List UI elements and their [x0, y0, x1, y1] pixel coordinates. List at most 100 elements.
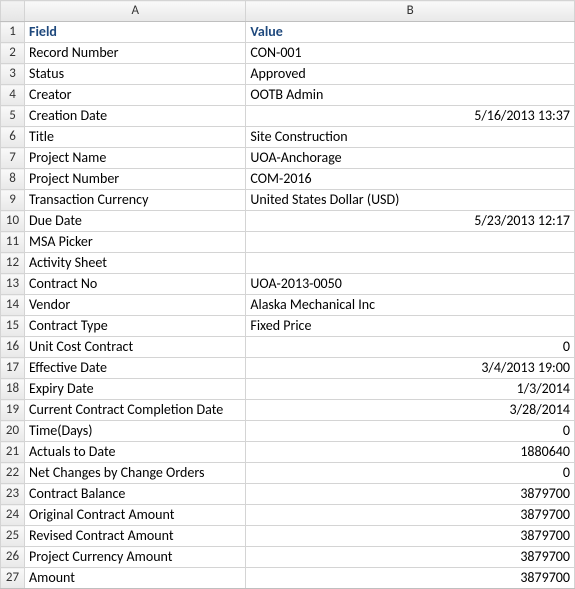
- field-cell[interactable]: Transaction Currency: [25, 190, 246, 211]
- field-cell[interactable]: Status: [25, 64, 246, 85]
- field-cell[interactable]: Contract Type: [25, 316, 246, 337]
- value-cell[interactable]: 3/4/2013 19:00: [246, 358, 575, 379]
- row-header[interactable]: 14: [1, 295, 25, 316]
- spreadsheet-grid[interactable]: A B 1FieldValue2Record NumberCON-0013Sta…: [0, 0, 575, 589]
- field-cell[interactable]: Title: [25, 127, 246, 148]
- row-header[interactable]: 11: [1, 232, 25, 253]
- row-header[interactable]: 8: [1, 169, 25, 190]
- row-header[interactable]: 18: [1, 379, 25, 400]
- field-cell[interactable]: Contract No: [25, 274, 246, 295]
- field-cell[interactable]: Original Contract Amount: [25, 505, 246, 526]
- value-cell[interactable]: UOA-2013-0050: [246, 274, 575, 295]
- column-header-row: A B: [1, 1, 575, 22]
- field-cell[interactable]: Record Number: [25, 43, 246, 64]
- field-cell[interactable]: Revised Contract Amount: [25, 526, 246, 547]
- row-header[interactable]: 25: [1, 526, 25, 547]
- value-cell[interactable]: UOA-Anchorage: [246, 148, 575, 169]
- data-row: 10Due Date5/23/2013 12:17: [1, 211, 575, 232]
- row-header[interactable]: 17: [1, 358, 25, 379]
- value-cell[interactable]: 3879700: [246, 526, 575, 547]
- value-cell[interactable]: Approved: [246, 64, 575, 85]
- row-header[interactable]: 12: [1, 253, 25, 274]
- value-cell[interactable]: 5/23/2013 12:17: [246, 211, 575, 232]
- value-cell[interactable]: [246, 253, 575, 274]
- value-cell[interactable]: 3879700: [246, 547, 575, 568]
- row-header[interactable]: 1: [1, 22, 25, 43]
- value-cell[interactable]: OOTB Admin: [246, 85, 575, 106]
- value-cell[interactable]: 3879700: [246, 505, 575, 526]
- field-cell[interactable]: Current Contract Completion Date: [25, 400, 246, 421]
- row-header[interactable]: 24: [1, 505, 25, 526]
- field-cell[interactable]: Net Changes by Change Orders: [25, 463, 246, 484]
- value-cell[interactable]: 0: [246, 463, 575, 484]
- row-header[interactable]: 9: [1, 190, 25, 211]
- row-header[interactable]: 16: [1, 337, 25, 358]
- field-cell[interactable]: Time(Days): [25, 421, 246, 442]
- row-header[interactable]: 4: [1, 85, 25, 106]
- data-row: 5Creation Date5/16/2013 13:37: [1, 106, 575, 127]
- value-cell[interactable]: Alaska Mechanical Inc: [246, 295, 575, 316]
- row-header[interactable]: 19: [1, 400, 25, 421]
- value-cell[interactable]: [246, 232, 575, 253]
- value-cell[interactable]: CON-001: [246, 43, 575, 64]
- select-all-corner[interactable]: [1, 1, 25, 22]
- field-cell[interactable]: Due Date: [25, 211, 246, 232]
- data-row: 9Transaction CurrencyUnited States Dolla…: [1, 190, 575, 211]
- data-row: 23Contract Balance3879700: [1, 484, 575, 505]
- field-cell[interactable]: Contract Balance: [25, 484, 246, 505]
- value-cell[interactable]: 3879700: [246, 568, 575, 589]
- field-cell[interactable]: Actuals to Date: [25, 442, 246, 463]
- field-cell[interactable]: Activity Sheet: [25, 253, 246, 274]
- field-cell[interactable]: MSA Picker: [25, 232, 246, 253]
- row-header[interactable]: 6: [1, 127, 25, 148]
- field-cell[interactable]: Effective Date: [25, 358, 246, 379]
- value-cell[interactable]: 1/3/2014: [246, 379, 575, 400]
- data-row: 20Time(Days)0: [1, 421, 575, 442]
- row-header[interactable]: 22: [1, 463, 25, 484]
- row-header[interactable]: 7: [1, 148, 25, 169]
- row-header[interactable]: 15: [1, 316, 25, 337]
- value-cell[interactable]: Fixed Price: [246, 316, 575, 337]
- value-cell[interactable]: COM-2016: [246, 169, 575, 190]
- value-cell[interactable]: 0: [246, 337, 575, 358]
- column-header-A[interactable]: A: [25, 1, 246, 22]
- value-cell[interactable]: 0: [246, 421, 575, 442]
- row-header[interactable]: 21: [1, 442, 25, 463]
- data-row: 19Current Contract Completion Date3/28/2…: [1, 400, 575, 421]
- row-header[interactable]: 10: [1, 211, 25, 232]
- data-row: 21Actuals to Date1880640: [1, 442, 575, 463]
- field-cell[interactable]: Project Currency Amount: [25, 547, 246, 568]
- row-header[interactable]: 13: [1, 274, 25, 295]
- column-header-B[interactable]: B: [246, 1, 575, 22]
- value-cell[interactable]: Site Construction: [246, 127, 575, 148]
- row-header[interactable]: 20: [1, 421, 25, 442]
- value-cell[interactable]: United States Dollar (USD): [246, 190, 575, 211]
- value-cell[interactable]: 3879700: [246, 484, 575, 505]
- field-cell[interactable]: Vendor: [25, 295, 246, 316]
- value-cell[interactable]: 1880640: [246, 442, 575, 463]
- row-header[interactable]: 3: [1, 64, 25, 85]
- row-header[interactable]: 27: [1, 568, 25, 589]
- row-header[interactable]: 26: [1, 547, 25, 568]
- field-cell[interactable]: Creator: [25, 85, 246, 106]
- data-row: 18Expiry Date1/3/2014: [1, 379, 575, 400]
- value-cell[interactable]: 3/28/2014: [246, 400, 575, 421]
- field-cell[interactable]: Project Name: [25, 148, 246, 169]
- row-header[interactable]: 2: [1, 43, 25, 64]
- field-cell[interactable]: Unit Cost Contract: [25, 337, 246, 358]
- field-cell[interactable]: Project Number: [25, 169, 246, 190]
- field-header-cell[interactable]: Field: [25, 22, 246, 43]
- data-row: 26Project Currency Amount3879700: [1, 547, 575, 568]
- row-header[interactable]: 5: [1, 106, 25, 127]
- field-cell[interactable]: Amount: [25, 568, 246, 589]
- data-row: 15Contract TypeFixed Price: [1, 316, 575, 337]
- row-header[interactable]: 23: [1, 484, 25, 505]
- value-cell[interactable]: 5/16/2013 13:37: [246, 106, 575, 127]
- value-header-cell[interactable]: Value: [246, 22, 575, 43]
- data-row: 8Project NumberCOM-2016: [1, 169, 575, 190]
- header-row: 1FieldValue: [1, 22, 575, 43]
- data-row: 7Project NameUOA-Anchorage: [1, 148, 575, 169]
- field-cell[interactable]: Expiry Date: [25, 379, 246, 400]
- field-cell[interactable]: Creation Date: [25, 106, 246, 127]
- data-row: 25Revised Contract Amount3879700: [1, 526, 575, 547]
